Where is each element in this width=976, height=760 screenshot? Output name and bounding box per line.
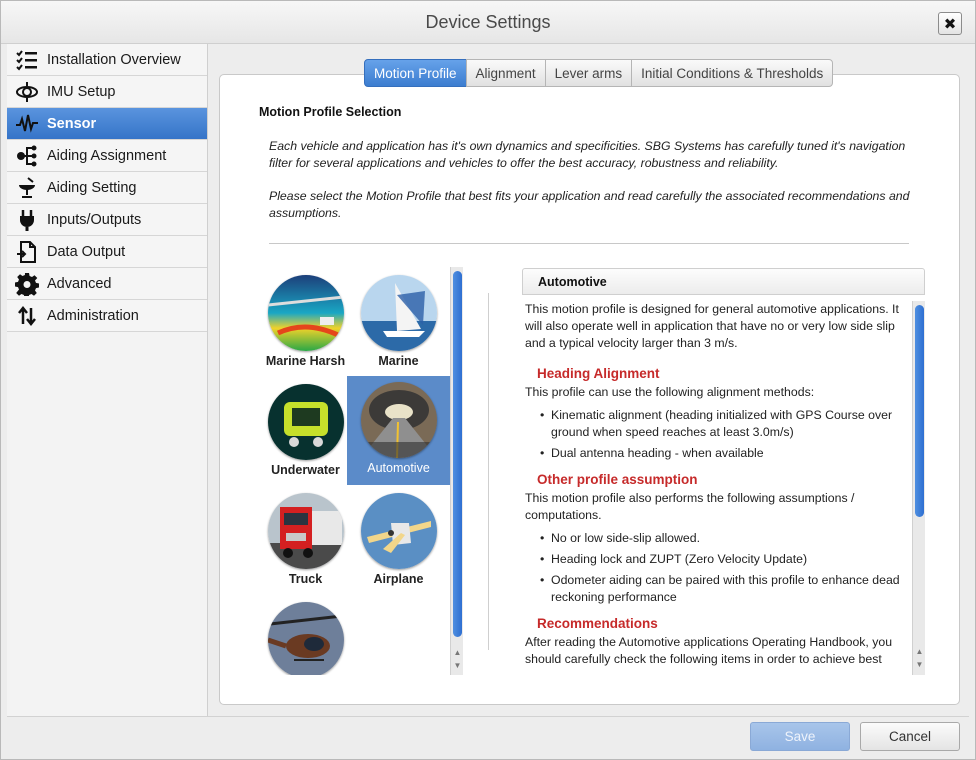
marine-harsh-image — [267, 275, 344, 351]
detail-heading: Other profile assumption — [537, 472, 698, 487]
detail-paragraph: This profile can use the following align… — [525, 385, 815, 399]
cancel-button[interactable]: Cancel — [860, 722, 960, 751]
profile-list: Marine Harsh Marine Underwater Automotiv… — [254, 269, 450, 675]
profile-label: Underwater — [271, 463, 340, 477]
checklist-icon — [15, 48, 39, 72]
detail-heading: Recommendations — [537, 616, 658, 631]
profile-automotive[interactable]: Automotive — [347, 376, 450, 485]
tab-lever-arms[interactable]: Lever arms — [544, 59, 633, 87]
sidebar-item-advanced[interactable]: Advanced — [7, 268, 207, 300]
section-title: Motion Profile Selection — [259, 105, 402, 119]
profile-list-scrollbar[interactable]: ▲ ▼ — [450, 267, 463, 675]
sidebar-item-aiding-setting[interactable]: Aiding Setting — [7, 172, 207, 204]
tab-initial-conditions[interactable]: Initial Conditions & Thresholds — [631, 59, 834, 87]
scroll-down-arrow-icon[interactable]: ▼ — [913, 659, 926, 671]
profile-marine[interactable]: Marine — [347, 269, 450, 378]
detail-paragraph: This motion profile also performs the fo… — [525, 491, 855, 522]
column-divider — [488, 293, 489, 650]
sidebar-item-label: Advanced — [47, 275, 112, 292]
detail-body: This motion profile is designed for gene… — [522, 301, 912, 675]
satellite-dish-icon — [15, 176, 39, 200]
detail-paragraph: After reading the Automotive application… — [525, 635, 893, 666]
sidebar-item-label: Administration — [47, 307, 139, 324]
tab-motion-profile[interactable]: Motion Profile — [364, 59, 467, 87]
close-icon: ✖ — [943, 15, 957, 33]
profile-label: Truck — [288, 572, 323, 586]
divider — [269, 243, 909, 244]
profile-label: Marine Harsh — [265, 354, 346, 368]
assumptions-list: No or low side-slip allowed. Heading loc… — [525, 530, 912, 606]
scrollbar-thumb[interactable] — [453, 271, 462, 637]
helicopter-image — [267, 602, 344, 675]
window-title: Device Settings — [425, 12, 551, 32]
sidebar-item-administration[interactable]: Administration — [7, 300, 207, 332]
detail-scrollbar[interactable]: ▲ ▼ — [912, 301, 925, 675]
sidebar-item-label: Sensor — [47, 115, 97, 132]
profile-label: Airplane — [373, 572, 424, 586]
close-button[interactable]: ✖ — [938, 12, 962, 35]
sidebar-item-inputs-outputs[interactable]: Inputs/Outputs — [7, 204, 207, 236]
list-item: Heading lock and ZUPT (Zero Velocity Upd… — [540, 551, 912, 568]
profile-helicopter[interactable] — [254, 596, 357, 675]
profile-airplane[interactable]: Airplane — [347, 487, 450, 596]
sidebar-item-label: Data Output — [47, 243, 126, 260]
profile-label: Marine — [378, 354, 419, 368]
list-item: Odometer aiding can be paired with this … — [540, 572, 912, 606]
marine-image — [360, 275, 437, 351]
profile-label: Automotive — [367, 461, 430, 475]
tab-alignment[interactable]: Alignment — [465, 59, 546, 87]
document-icon — [15, 240, 39, 264]
gear-icon — [15, 272, 39, 296]
sidebar: Installation Overview IMU Setup Sensor A… — [7, 44, 208, 716]
alignment-methods-list: Kinematic alignment (heading initialized… — [525, 407, 912, 462]
imu-icon — [15, 80, 39, 104]
waveform-icon — [15, 112, 39, 136]
truck-image — [267, 493, 344, 569]
list-item: No or low side-slip allowed. — [540, 530, 912, 547]
sidebar-item-data-output[interactable]: Data Output — [7, 236, 207, 268]
intro-paragraph: Please select the Motion Profile that be… — [269, 189, 910, 220]
network-icon — [15, 144, 39, 168]
sidebar-item-label: Aiding Assignment — [47, 147, 167, 164]
profile-truck[interactable]: Truck — [254, 487, 357, 596]
device-settings-window: Device Settings ✖ Installation Overview … — [0, 0, 976, 760]
scroll-up-arrow-icon[interactable]: ▲ — [913, 646, 926, 658]
profile-underwater[interactable]: Underwater — [254, 378, 357, 487]
underwater-image — [267, 384, 344, 460]
sidebar-item-aiding-assignment[interactable]: Aiding Assignment — [7, 140, 207, 172]
detail-intro: This motion profile is designed for gene… — [525, 302, 899, 350]
sidebar-item-installation-overview[interactable]: Installation Overview — [7, 44, 207, 76]
updown-arrows-icon — [15, 304, 39, 328]
scroll-down-arrow-icon[interactable]: ▼ — [451, 660, 464, 672]
plug-icon — [15, 208, 39, 232]
list-item: Dual antenna heading - when available — [540, 445, 912, 462]
title-bar: Device Settings ✖ — [1, 1, 975, 44]
save-button[interactable]: Save — [750, 722, 850, 751]
scrollbar-thumb[interactable] — [915, 305, 924, 517]
sidebar-item-label: Installation Overview — [47, 51, 181, 68]
scroll-up-arrow-icon[interactable]: ▲ — [451, 647, 464, 659]
tab-bar: Motion Profile Alignment Lever arms Init… — [364, 59, 834, 87]
profile-marine-harsh[interactable]: Marine Harsh — [254, 269, 357, 378]
sidebar-item-imu-setup[interactable]: IMU Setup — [7, 76, 207, 108]
automotive-image — [360, 382, 437, 458]
intro-text: Each vehicle and application has it's ow… — [269, 138, 917, 238]
intro-paragraph: Each vehicle and application has it's ow… — [269, 139, 906, 170]
detail-title: Automotive — [522, 268, 925, 295]
sidebar-item-label: Aiding Setting — [47, 179, 137, 196]
sidebar-item-label: Inputs/Outputs — [47, 211, 142, 228]
list-item: Kinematic alignment (heading initialized… — [540, 407, 912, 441]
footer-bar: Save Cancel — [7, 716, 969, 756]
sidebar-item-sensor[interactable]: Sensor — [7, 108, 207, 140]
airplane-image — [360, 493, 437, 569]
detail-heading: Heading Alignment — [537, 366, 660, 381]
sidebar-item-label: IMU Setup — [47, 83, 116, 100]
